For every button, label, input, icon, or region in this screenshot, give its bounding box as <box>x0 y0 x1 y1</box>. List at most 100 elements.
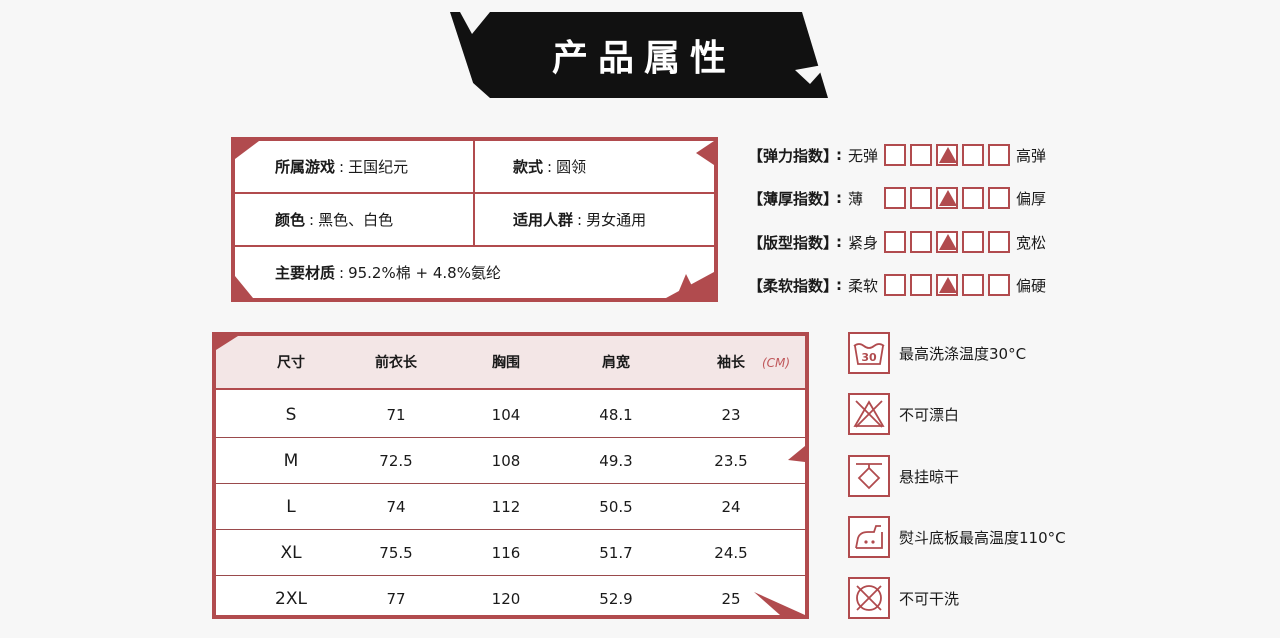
scale-marker-icon <box>936 187 958 209</box>
care-label: 熨斗底板最高温度110°C <box>899 528 1066 547</box>
corner-deco <box>754 592 805 615</box>
table-row: 2XL 77 120 52.9 25 <box>216 576 805 622</box>
table-cell: M <box>283 450 299 471</box>
corner-deco <box>235 141 259 159</box>
banner-title: 产品属性 <box>551 38 736 79</box>
table-cell: 51.7 <box>599 543 633 562</box>
scale-box <box>910 187 932 209</box>
attr-audience: 适用人群: 男女通用 <box>513 210 647 230</box>
corner-deco <box>696 141 714 165</box>
index-scale <box>884 144 1012 166</box>
scale-box <box>962 274 984 296</box>
index-high: 宽松 <box>1016 233 1047 252</box>
attr-game-value: 王国纪元 <box>348 158 409 176</box>
scale-box <box>884 144 906 166</box>
header-shoulder: 肩宽 <box>602 355 630 371</box>
scale-box <box>988 274 1010 296</box>
care-hang: 悬挂晾干 <box>848 455 1148 497</box>
table-cell: 116 <box>491 543 521 562</box>
size-table-header: 尺寸 前衣长 胸围 肩宽 袖长 (CM) <box>216 336 805 390</box>
table-cell: 48.1 <box>599 405 633 424</box>
index-scale <box>884 231 1012 253</box>
table-row: M 72.5 108 49.3 23.5 <box>216 438 805 484</box>
care-bleach: 不可漂白 <box>848 393 1148 435</box>
scale-box <box>884 274 906 296</box>
table-cell: 77 <box>386 590 406 608</box>
care-label: 不可漂白 <box>899 405 960 424</box>
attr-game: 所属游戏: 王国纪元 <box>235 141 475 192</box>
table-row: L 74 112 50.5 24 <box>216 484 805 530</box>
scale-box <box>988 144 1010 166</box>
index-key: 【版型指数】 <box>748 233 839 252</box>
attr-audience-key: 适用人群 <box>513 211 574 229</box>
attribute-row: 所属游戏: 王国纪元 款式: 圆领 <box>235 141 714 194</box>
table-cell: S <box>285 404 297 425</box>
scale-box <box>884 187 906 209</box>
attr-audience-value: 男女通用 <box>586 211 647 229</box>
index-low: 无弹 <box>848 146 879 165</box>
care-iron: 熨斗底板最高温度110°C <box>848 516 1148 558</box>
corner-deco <box>666 272 714 298</box>
table-row: S 71 104 48.1 23 <box>216 392 805 438</box>
corner-deco <box>788 446 805 462</box>
attribute-row: 颜色: 黑色、白色 适用人群: 男女通用 <box>235 194 714 247</box>
header-length: 前衣长 <box>375 355 417 371</box>
index-row-elastic: 【弹力指数】: 无弹 高弹 <box>748 144 1047 166</box>
hang-dry-icon <box>848 455 890 497</box>
scale-box <box>910 231 932 253</box>
table-cell: 71 <box>386 405 406 424</box>
table-cell: 120 <box>491 590 521 608</box>
index-low: 紧身 <box>848 233 879 252</box>
attr-style-value: 圆领 <box>556 158 587 176</box>
scale-box <box>962 231 984 253</box>
attr-game-key: 所属游戏 <box>275 158 336 176</box>
table-cell: 24.5 <box>714 543 748 562</box>
index-scale <box>884 274 1012 296</box>
table-cell: 112 <box>491 497 521 516</box>
scale-box <box>910 144 932 166</box>
attr-style: 款式: 圆领 <box>513 157 587 177</box>
attr-color-value: 黑色、白色 <box>318 211 394 229</box>
size-table: 尺寸 前衣长 胸围 肩宽 袖长 (CM) S 71 104 48.1 23 M … <box>212 332 809 619</box>
attr-color-key: 颜色 <box>275 211 306 229</box>
care-wash: 30 最高洗涤温度30°C <box>848 332 1148 374</box>
scale-box <box>884 231 906 253</box>
wash-temp-text: 30 <box>861 351 877 364</box>
care-dryclean: 不可干洗 <box>848 577 1148 619</box>
attr-material: 主要材质: 95.2%棉 + 4.8%氨纶 <box>275 263 501 283</box>
attribute-table: 所属游戏: 王国纪元 款式: 圆领 颜色: 黑色、白色 适用人群: 男女通用 主… <box>231 137 718 302</box>
index-row-fit: 【版型指数】: 紧身 宽松 <box>748 231 1047 253</box>
table-cell: XL <box>280 542 302 563</box>
table-cell: 50.5 <box>599 497 633 516</box>
index-low: 薄 <box>848 189 864 208</box>
no-dry-clean-icon <box>848 577 890 619</box>
attr-material-key: 主要材质 <box>275 264 336 282</box>
attr-material-value: 95.2%棉 + 4.8%氨纶 <box>348 264 501 282</box>
scale-box <box>988 187 1010 209</box>
scale-box <box>962 144 984 166</box>
care-label: 最高洗涤温度30°C <box>899 344 1027 363</box>
index-high: 高弹 <box>1016 146 1047 165</box>
index-key: 【弹力指数】 <box>748 146 839 165</box>
no-bleach-icon <box>848 393 890 435</box>
table-cell: 23.5 <box>714 451 748 470</box>
scale-marker-icon <box>936 144 958 166</box>
unit-label: (CM) <box>762 356 791 370</box>
index-scale <box>884 187 1012 209</box>
scale-marker-icon <box>936 231 958 253</box>
attr-style-key: 款式 <box>513 158 544 176</box>
scale-box <box>962 187 984 209</box>
table-cell: L <box>286 496 296 517</box>
care-label: 不可干洗 <box>899 589 960 608</box>
attr-color: 颜色: 黑色、白色 <box>235 194 475 245</box>
index-key: 【柔软指数】 <box>748 276 839 295</box>
index-high: 偏厚 <box>1016 189 1047 208</box>
attribute-row: 主要材质: 95.2%棉 + 4.8%氨纶 <box>235 247 714 298</box>
header-chest: 胸围 <box>492 355 520 371</box>
index-low: 柔软 <box>848 276 879 295</box>
table-cell: 24 <box>721 497 741 516</box>
table-row: XL 75.5 116 51.7 24.5 <box>216 530 805 576</box>
iron-icon <box>848 516 890 558</box>
table-cell: 23 <box>721 405 741 424</box>
scale-marker-icon <box>936 274 958 296</box>
